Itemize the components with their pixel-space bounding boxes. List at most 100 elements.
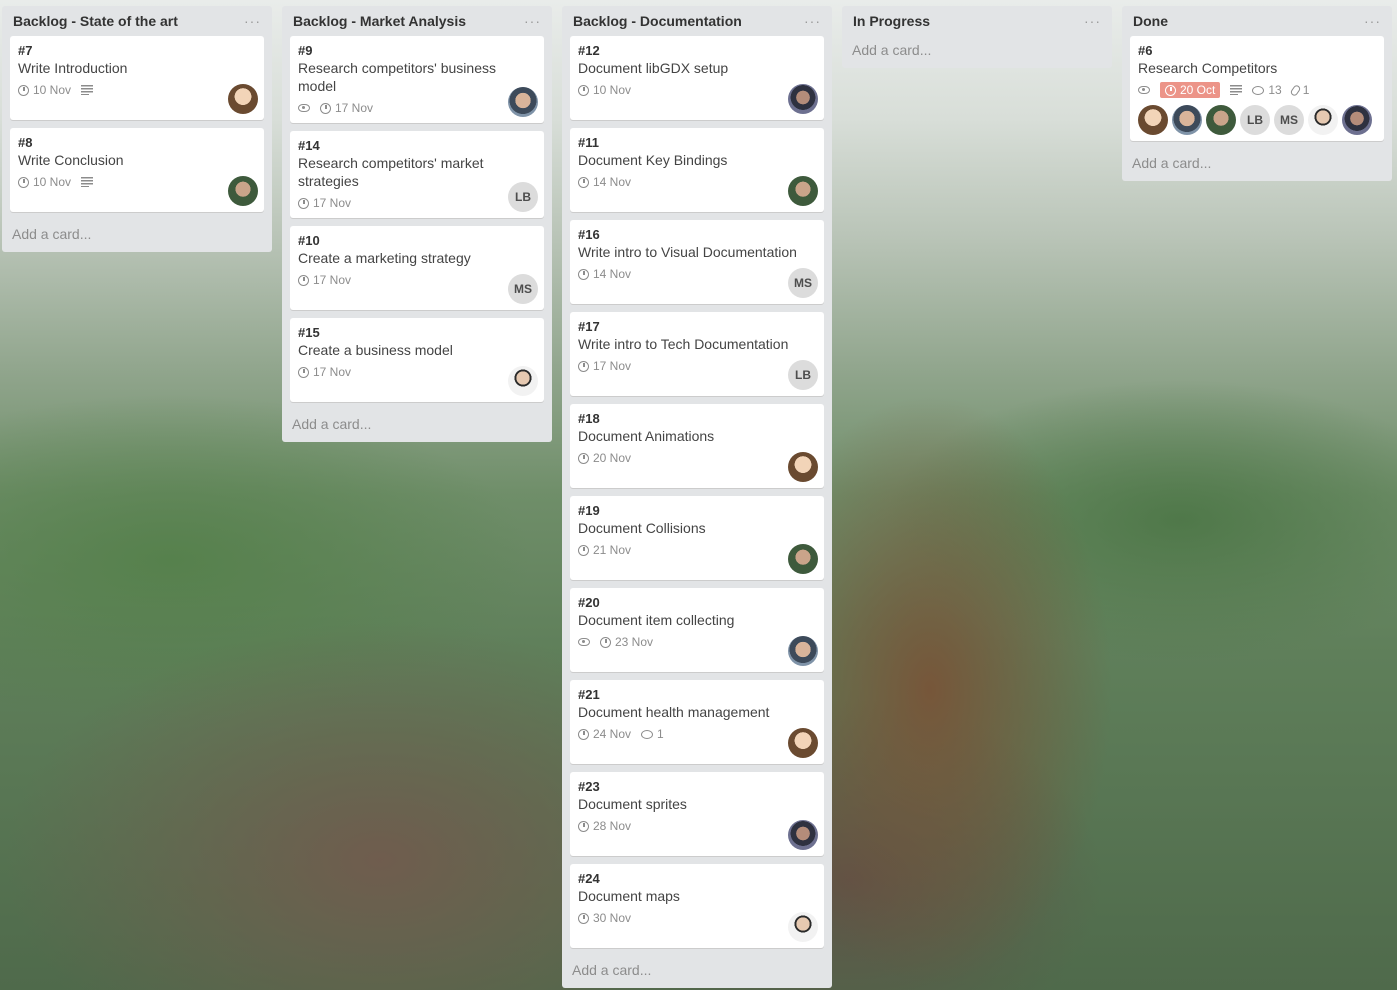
list-title: Backlog - State of the art — [13, 13, 178, 29]
due-date-badge: 17 Nov — [578, 359, 631, 373]
card-members — [788, 728, 818, 758]
card-members — [508, 366, 538, 396]
card-members — [788, 452, 818, 482]
card[interactable]: #15 Create a business model 17 Nov — [290, 318, 544, 402]
card[interactable]: #6 Research Competitors 20 Oct 13 1 LB MS — [1130, 36, 1384, 141]
clock-icon — [578, 176, 589, 188]
card-badges: 21 Nov — [578, 541, 816, 559]
card-number: #24 — [578, 871, 600, 886]
due-date-badge: 20 Oct — [1160, 82, 1221, 98]
due-date-badge: 30 Nov — [578, 911, 631, 925]
member-avatar[interactable] — [788, 544, 818, 574]
eye-icon — [578, 638, 590, 646]
member-avatar[interactable] — [508, 366, 538, 396]
add-card-button[interactable]: Add a card... — [850, 36, 1104, 58]
card[interactable]: #16 Write intro to Visual Documentation 14… — [570, 220, 824, 304]
due-date-badge: 21 Nov — [578, 543, 631, 557]
list-title: In Progress — [853, 13, 931, 29]
member-avatar[interactable] — [1308, 105, 1338, 135]
card-title: Write intro to Tech Documentation — [578, 336, 789, 352]
card-number: #19 — [578, 503, 600, 518]
watch-badge — [1138, 86, 1150, 94]
card[interactable]: #12 Document libGDX setup 10 Nov — [570, 36, 824, 120]
card-number: #16 — [578, 227, 600, 242]
card-members — [228, 176, 258, 206]
card[interactable]: #19 Document Collisions 21 Nov — [570, 496, 824, 580]
member-avatar[interactable] — [508, 87, 538, 117]
member-avatar[interactable] — [228, 176, 258, 206]
member-avatar[interactable] — [788, 912, 818, 942]
member-avatar[interactable] — [228, 84, 258, 114]
card-members — [788, 544, 818, 574]
member-avatar[interactable]: LB — [508, 182, 538, 212]
member-avatar[interactable] — [1342, 105, 1372, 135]
due-date: 17 Nov — [313, 365, 352, 379]
card[interactable]: #18 Document Animations 20 Nov — [570, 404, 824, 488]
card[interactable]: #20 Document item collecting 23 Nov — [570, 588, 824, 672]
list-menu-button[interactable]: ··· — [1364, 13, 1381, 29]
card-number: #23 — [578, 779, 600, 794]
list-menu-button[interactable]: ··· — [804, 13, 821, 29]
comments-badge: 1 — [641, 727, 664, 741]
due-date: 10 Nov — [33, 175, 72, 189]
card-number: #6 — [1138, 43, 1153, 58]
add-card-button[interactable]: Add a card... — [570, 956, 824, 978]
add-card-button[interactable]: Add a card... — [290, 410, 544, 432]
comment-icon — [641, 729, 654, 739]
member-avatar[interactable] — [788, 728, 818, 758]
list-menu-button[interactable]: ··· — [244, 13, 261, 29]
card[interactable]: #8 Write Conclusion 10 Nov — [10, 128, 264, 212]
card[interactable]: #10 Create a marketing strategy 17 Nov MS — [290, 226, 544, 310]
card-badges: 10 Nov — [18, 173, 256, 191]
add-card-button[interactable]: Add a card... — [10, 220, 264, 242]
list-menu-button[interactable]: ··· — [1084, 13, 1101, 29]
card[interactable]: #23 Document sprites 28 Nov — [570, 772, 824, 856]
member-avatar[interactable] — [1172, 105, 1202, 135]
card-badges: 20 Nov — [578, 449, 816, 467]
card-badges: 17 Nov — [298, 194, 536, 212]
card[interactable]: #7 Write Introduction 10 Nov — [10, 36, 264, 120]
card-number: #14 — [298, 138, 320, 153]
member-avatar[interactable] — [788, 84, 818, 114]
card-members — [228, 84, 258, 114]
member-avatar[interactable] — [788, 176, 818, 206]
card[interactable]: #14 Research competitors' market strategi… — [290, 131, 544, 218]
add-card-button[interactable]: Add a card... — [1130, 149, 1384, 171]
member-avatar[interactable] — [788, 636, 818, 666]
watch-badge — [298, 104, 310, 112]
list-menu-button[interactable]: ··· — [524, 13, 541, 29]
card-badges: 10 Nov — [578, 81, 816, 99]
member-avatar[interactable]: MS — [1274, 105, 1304, 135]
member-avatar[interactable] — [1206, 105, 1236, 135]
card[interactable]: #24 Document maps 30 Nov — [570, 864, 824, 948]
member-avatar[interactable] — [1138, 105, 1168, 135]
list-title: Backlog - Documentation — [573, 13, 742, 29]
member-avatar[interactable]: MS — [508, 274, 538, 304]
due-date-badge: 28 Nov — [578, 819, 631, 833]
card[interactable]: #11 Document Key Bindings 14 Nov — [570, 128, 824, 212]
comments-badge: 13 — [1252, 83, 1282, 97]
card-number: #17 — [578, 319, 600, 334]
card[interactable]: #21 Document health management 24 Nov 1 — [570, 680, 824, 764]
member-avatar[interactable] — [788, 820, 818, 850]
card-members — [788, 912, 818, 942]
card-number: #18 — [578, 411, 600, 426]
description-icon — [1230, 85, 1243, 95]
due-date-badge: 17 Nov — [298, 196, 351, 210]
description-badge — [1230, 85, 1243, 95]
paperclip-icon — [1289, 83, 1302, 97]
card[interactable]: #17 Write intro to Tech Documentation 17 N… — [570, 312, 824, 396]
clock-icon — [600, 636, 611, 648]
card-title: Write Introduction — [18, 60, 128, 76]
description-icon — [81, 177, 94, 187]
member-avatar[interactable] — [788, 452, 818, 482]
member-avatar[interactable]: MS — [788, 268, 818, 298]
member-avatar[interactable]: LB — [1240, 105, 1270, 135]
due-date: 21 Nov — [593, 543, 632, 557]
member-avatar[interactable]: LB — [788, 360, 818, 390]
card-members — [508, 87, 538, 117]
description-icon — [81, 85, 94, 95]
card[interactable]: #9 Research competitors' business model 17… — [290, 36, 544, 123]
card-title: Create a business model — [298, 342, 453, 358]
clock-icon — [18, 176, 29, 188]
